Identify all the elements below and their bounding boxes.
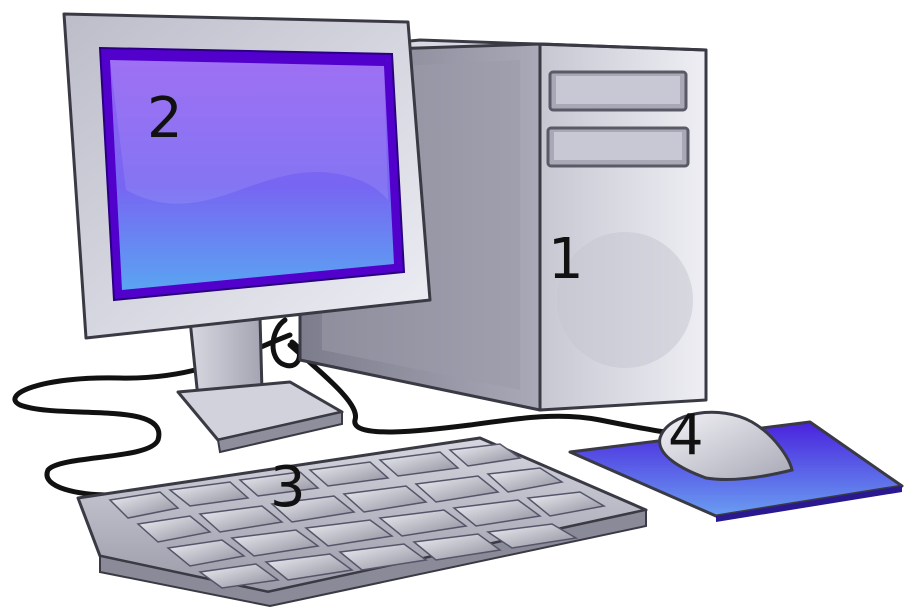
- computer-diagram: 1 2 3 4: [12, 12, 904, 607]
- monitor: 2: [62, 12, 432, 454]
- label-mouse: 4: [668, 403, 704, 468]
- keyboard: 3: [76, 436, 648, 607]
- label-monitor: 2: [147, 86, 183, 151]
- label-keyboard: 3: [270, 455, 306, 520]
- label-tower: 1: [548, 227, 584, 292]
